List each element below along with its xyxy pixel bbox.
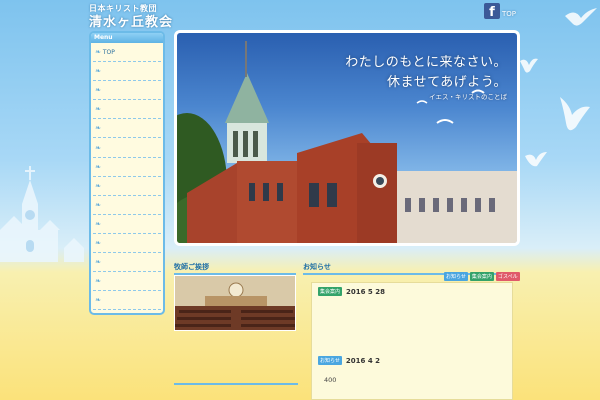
news-date: 2016 5 28 xyxy=(346,287,385,296)
leaf-bullet-icon: ❧ xyxy=(95,124,101,133)
leaf-bullet-icon: ❧ xyxy=(95,258,101,267)
list-item[interactable]: お知らせ 2016 4 2 xyxy=(318,356,380,365)
news-category-filters: お知らせ 集会案内 ゴスペル xyxy=(444,272,520,281)
menu-item[interactable]: ❧ xyxy=(93,291,161,311)
facebook-link-label: TOP xyxy=(502,10,517,18)
news-list: 集会案内 2016 5 28 お知らせ 2016 4 2 400 xyxy=(311,282,513,400)
menu-item[interactable]: ❧ xyxy=(93,215,161,234)
list-item[interactable]: 集会案内 2016 5 28 xyxy=(318,287,385,296)
news-filter-tag[interactable]: ゴスペル xyxy=(495,272,520,281)
menu-item[interactable]: ❧ xyxy=(93,100,161,120)
bird-silhouette-icon xyxy=(560,97,590,131)
menu-item[interactable]: ❧ xyxy=(93,253,161,273)
news-category-tag: お知らせ xyxy=(318,356,342,365)
leaf-bullet-icon: ❧ xyxy=(95,162,101,171)
menu-item[interactable]: ❧ xyxy=(93,177,161,196)
leaf-bullet-icon: ❧ xyxy=(95,67,101,76)
news-filter-tag[interactable]: お知らせ xyxy=(444,272,468,281)
hero-verse-line-1: わたしのもとに来なさい。 xyxy=(345,55,507,70)
leaf-bullet-icon: ❧ xyxy=(95,143,101,152)
greeting-divider xyxy=(174,383,298,385)
leaf-bullet-icon: ❧ xyxy=(95,105,101,114)
leaf-bullet-icon: ❧ xyxy=(95,200,101,209)
sanctuary-photo[interactable] xyxy=(174,275,296,331)
menu-item[interactable]: ❧ xyxy=(93,196,161,215)
menu-item[interactable]: ❧ xyxy=(93,272,161,292)
bird-silhouette-icon xyxy=(525,152,547,167)
chapel-silhouette-icon xyxy=(0,166,84,262)
menu-item[interactable]: ❧ xyxy=(93,234,161,254)
menu-item[interactable]: ❧ xyxy=(93,81,161,101)
menu-item[interactable]: ❧ TOP xyxy=(93,43,161,63)
leaf-bullet-icon: ❧ xyxy=(95,181,101,190)
menu-item[interactable]: ❧ xyxy=(93,158,161,177)
menu-item[interactable]: ❧ xyxy=(93,119,161,139)
bird-silhouette-icon xyxy=(520,58,538,73)
news-body-text: 400 xyxy=(324,376,337,384)
leaf-bullet-icon: ❧ xyxy=(95,238,101,247)
leaf-bullet-icon: ❧ xyxy=(95,48,101,57)
sanctuary-interior-image xyxy=(175,276,295,330)
leaf-bullet-icon: ❧ xyxy=(95,86,101,95)
menu-list: ❧ TOP ❧ ❧ ❧ ❧ ❧ ❧ ❧ ❧ ❧ ❧ ❧ ❧ ❧ xyxy=(91,43,163,311)
facebook-icon: f xyxy=(484,3,500,19)
news-category-tag: 集会案内 xyxy=(318,287,343,296)
side-menu: Menu ❧ TOP ❧ ❧ ❧ ❧ ❧ ❧ ❧ ❧ ❧ ❧ ❧ ❧ ❧ xyxy=(89,31,165,315)
greeting-heading[interactable]: 牧師ご挨拶 xyxy=(174,262,296,275)
bird-silhouette-icon xyxy=(565,8,597,26)
facebook-link[interactable]: f TOP xyxy=(484,3,516,19)
menu-item-label: TOP xyxy=(102,48,115,56)
leaf-bullet-icon: ❧ xyxy=(95,277,101,286)
site-logo-title[interactable]: 清水ヶ丘教会 xyxy=(89,11,173,30)
menu-item[interactable]: ❧ xyxy=(93,62,161,82)
menu-title: Menu xyxy=(91,33,163,43)
hero-verse-line-2: 休ませてあげよう。 xyxy=(387,75,507,90)
leaf-bullet-icon: ❧ xyxy=(95,296,101,305)
leaf-bullet-icon: ❧ xyxy=(95,219,101,228)
menu-item[interactable]: ❧ xyxy=(93,138,161,158)
news-date: 2016 4 2 xyxy=(345,356,381,365)
hero-banner: わたしのもとに来なさい。 休ませてあげよう。 イエス・キリストのことば xyxy=(174,30,520,246)
news-filter-tag[interactable]: 集会案内 xyxy=(469,272,494,281)
hero-verse-attribution: イエス・キリストのことば xyxy=(429,93,507,101)
